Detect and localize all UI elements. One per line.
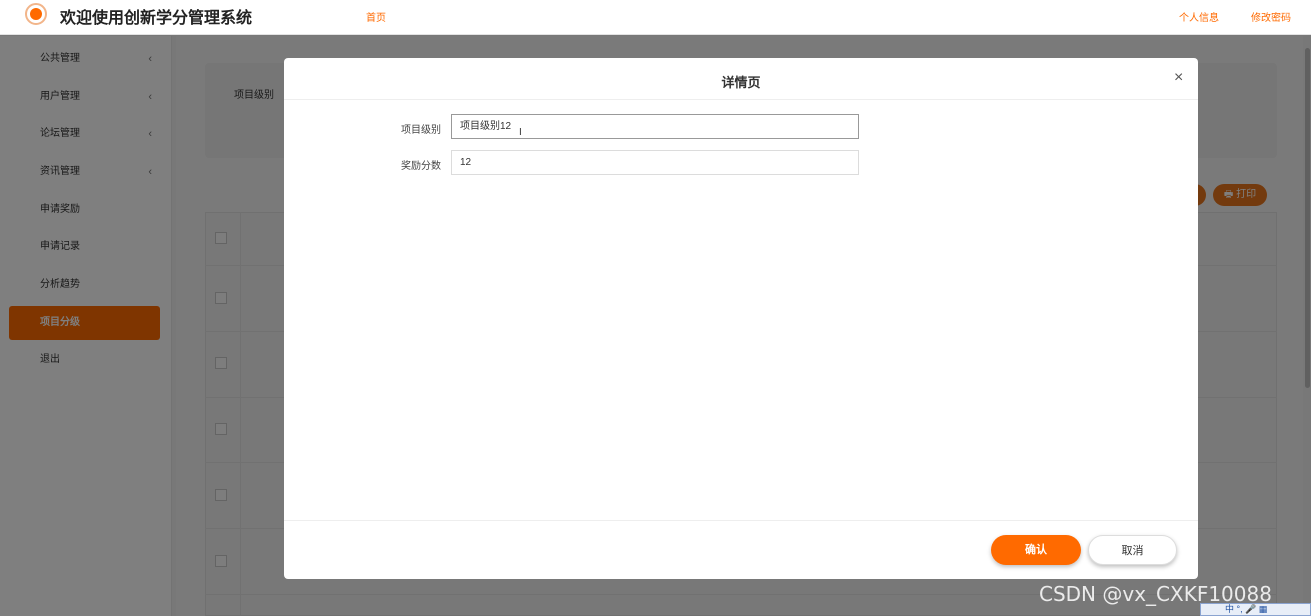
confirm-button[interactable]: 确认 xyxy=(991,535,1081,565)
dialog-footer-divider xyxy=(284,520,1198,521)
text-cursor-icon: I xyxy=(519,127,522,138)
close-icon[interactable]: × xyxy=(1174,69,1183,87)
ime-toolbar[interactable]: 中 °, 🎤 ▦ xyxy=(1200,603,1311,616)
top-header: 欢迎使用创新学分管理系统 首页 个人信息 修改密码 xyxy=(0,0,1311,35)
reward-score-field[interactable]: 12 xyxy=(451,150,859,175)
cancel-button[interactable]: 取消 xyxy=(1088,535,1177,565)
dialog-header: 详情页 × xyxy=(284,58,1198,100)
detail-dialog: 详情页 × 项目级别 项目级别12 奖励分数 12 确认 取消 xyxy=(284,58,1198,579)
app-title: 欢迎使用创新学分管理系统 xyxy=(60,10,253,27)
reward-score-label: 奖励分数 xyxy=(401,161,441,172)
dialog-title: 详情页 xyxy=(721,75,761,90)
nav-change-password-link[interactable]: 修改密码 xyxy=(1251,9,1291,24)
nav-profile-link[interactable]: 个人信息 xyxy=(1179,9,1219,24)
project-level-field[interactable]: 项目级别12 xyxy=(451,114,859,139)
nav-home-link[interactable]: 首页 xyxy=(366,9,386,24)
project-level-label: 项目级别 xyxy=(401,125,441,136)
logo-icon xyxy=(25,3,47,25)
